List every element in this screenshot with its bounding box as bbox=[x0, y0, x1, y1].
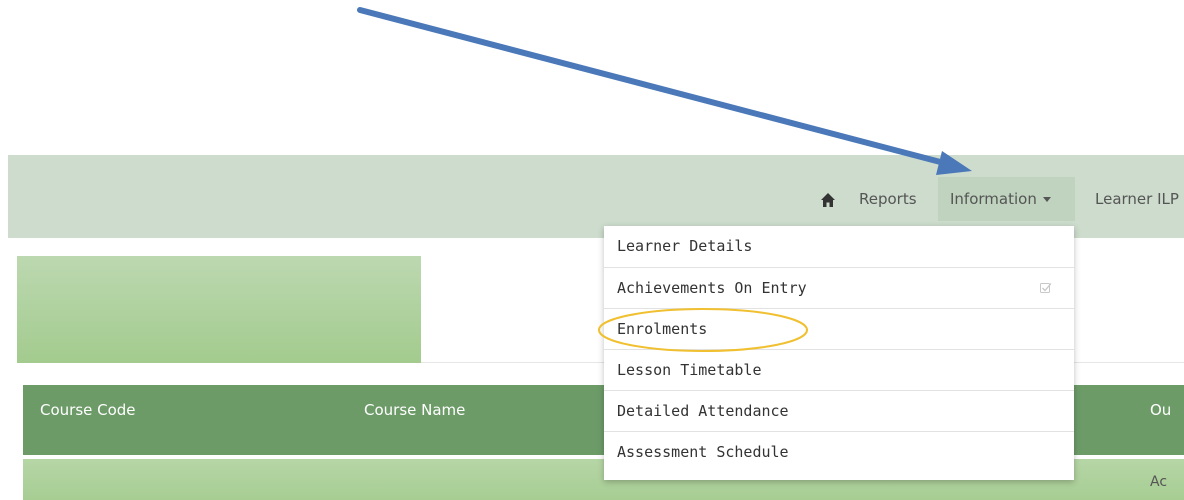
menu-item-detailed-attendance[interactable]: Detailed Attendance bbox=[604, 390, 1074, 431]
nav-learner-ilp-link[interactable]: Learner ILP bbox=[1095, 177, 1179, 221]
nav-reports-link[interactable]: Reports bbox=[859, 177, 917, 221]
highlight-ellipse bbox=[598, 308, 808, 352]
column-header-course-code[interactable]: Course Code bbox=[40, 385, 136, 435]
learner-banner bbox=[17, 256, 421, 363]
table-cell-outcome: Ac bbox=[1150, 474, 1168, 490]
menu-item-achievements-on-entry[interactable]: Achievements On Entry bbox=[604, 267, 1074, 308]
column-header-outcome[interactable]: Ou bbox=[1150, 385, 1171, 435]
menu-item-assessment-schedule[interactable]: Assessment Schedule bbox=[604, 431, 1074, 472]
menu-item-label: Achievements On Entry bbox=[617, 279, 807, 297]
caret-down-icon bbox=[1042, 197, 1051, 202]
menu-item-lesson-timetable[interactable]: Lesson Timetable bbox=[604, 349, 1074, 390]
checkbox-icon bbox=[1040, 283, 1052, 293]
nav-information-dropdown[interactable]: Information bbox=[938, 177, 1075, 221]
nav-information-label: Information bbox=[950, 190, 1037, 208]
menu-item-learner-details[interactable]: Learner Details bbox=[604, 226, 1074, 267]
column-header-course-name[interactable]: Course Name bbox=[364, 385, 465, 435]
home-icon[interactable] bbox=[817, 177, 839, 221]
